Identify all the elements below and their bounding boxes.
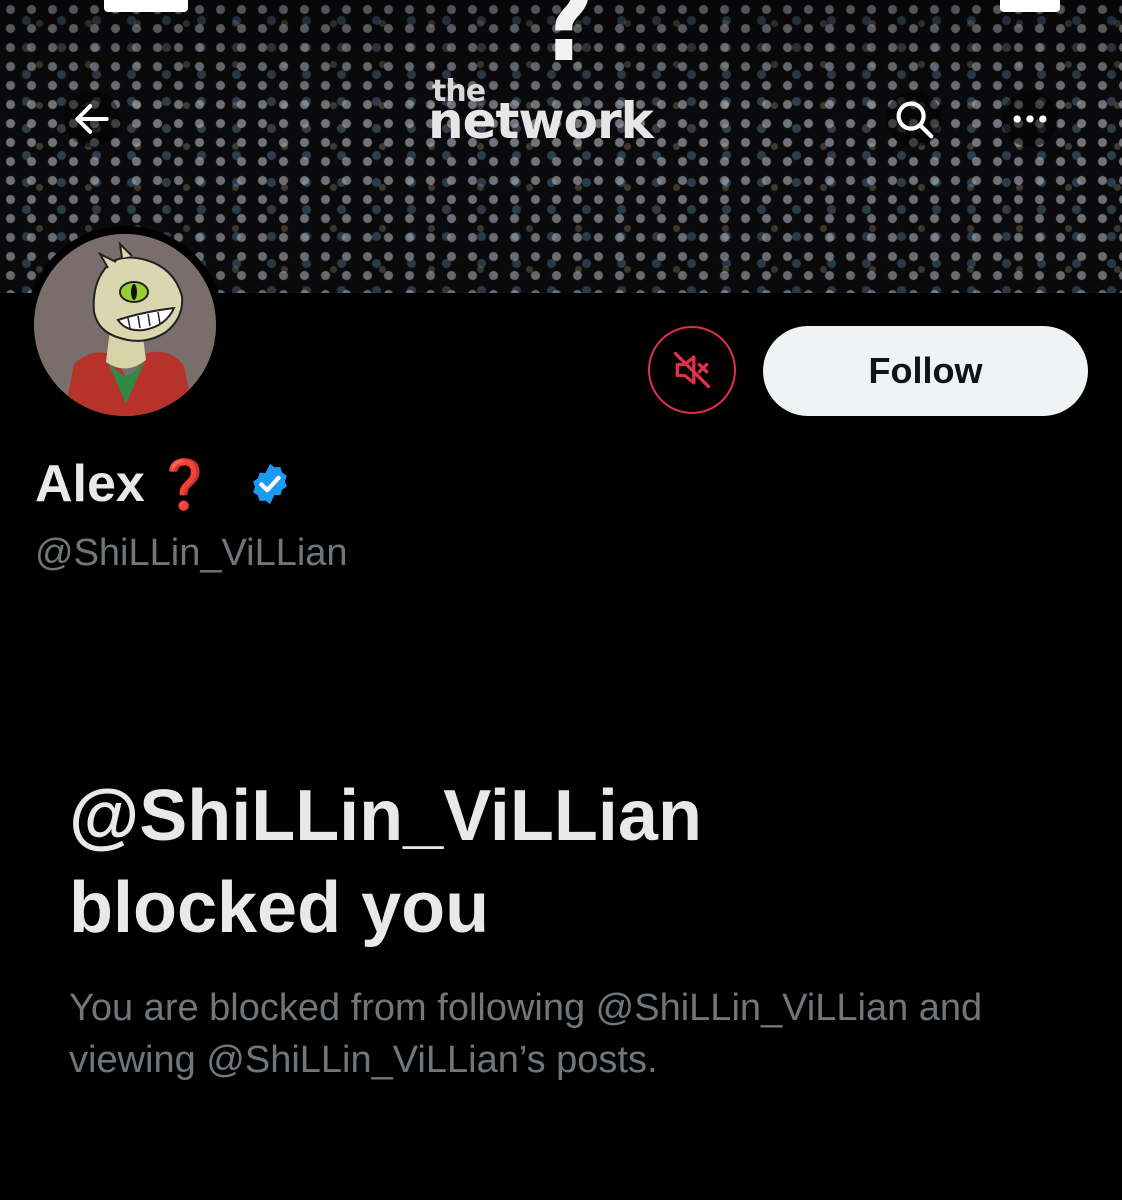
- blocked-title-text: blocked you: [69, 868, 490, 948]
- follow-button[interactable]: Follow: [763, 326, 1088, 416]
- blocked-description: You are blocked from following @ShiLLin_…: [69, 987, 983, 1081]
- muted-speaker-icon: [673, 351, 711, 389]
- back-button[interactable]: [64, 91, 120, 147]
- lizard-avatar-image: [34, 234, 216, 416]
- more-button[interactable]: [1002, 91, 1058, 147]
- search-icon: [896, 101, 934, 139]
- display-name: Alex: [35, 455, 145, 513]
- battery-icon: [1000, 0, 1060, 12]
- banner-logo-large: network: [428, 92, 654, 150]
- unmute-button[interactable]: [648, 326, 736, 414]
- more-horizontal-icon: [1013, 115, 1047, 123]
- blocked-title: @ShiLLin_ViLLian blocked you: [69, 770, 1069, 954]
- question-mark-emoji: ❓: [154, 456, 215, 513]
- arrow-left-icon: [75, 104, 109, 134]
- search-button[interactable]: [886, 91, 942, 147]
- banner-logo-mark: ?: [538, 0, 595, 89]
- verified-badge-icon[interactable]: [247, 461, 293, 507]
- profile-handle: @ShiLLin_ViLLian: [35, 532, 348, 574]
- status-bar-time-fragment: [104, 0, 188, 12]
- profile-name-row: Alex ❓: [35, 452, 293, 516]
- avatar[interactable]: [26, 226, 224, 424]
- blocked-title-handle: @ShiLLin_ViLLian: [69, 776, 702, 856]
